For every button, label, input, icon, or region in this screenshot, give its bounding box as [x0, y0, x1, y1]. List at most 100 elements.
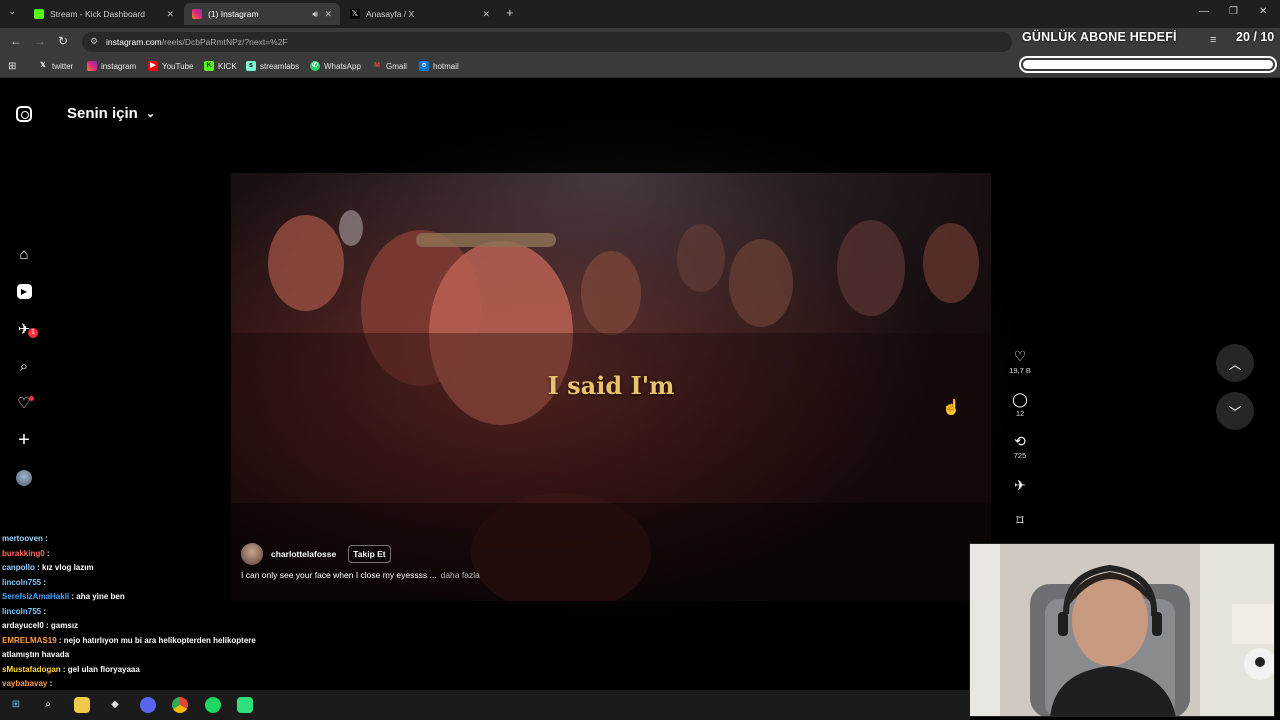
chat-text: aha yine ben: [76, 592, 125, 601]
bookmark-gmail[interactable]: M Gmail: [372, 61, 407, 71]
forward-button[interactable]: →: [34, 34, 46, 48]
site-info-icon[interactable]: ⚙: [90, 36, 98, 47]
repost-action[interactable]: ⟲ 725: [1008, 433, 1032, 460]
chat-username: SerefsizAmaHakli: [2, 592, 70, 601]
stream-chat: mertooven : burakking0 : canpollo : kız …: [2, 532, 302, 706]
bookmark-hotmail[interactable]: o hotmail: [419, 61, 459, 71]
chat-separator: :: [41, 577, 47, 587]
chevron-down-icon: ﹀: [1228, 404, 1242, 420]
tab-search-icon[interactable]: ⌄: [8, 6, 16, 17]
more-link[interactable]: daha fazla: [441, 570, 480, 580]
close-tab-icon[interactable]: ✕: [166, 9, 174, 20]
bookmark-whatsapp[interactable]: ✆ WhatsApp: [310, 61, 361, 71]
search-icon[interactable]: ⌕: [14, 356, 34, 376]
chevron-up-icon: ︿: [1228, 356, 1242, 372]
bookmark-twitter[interactable]: 𝕏twitter: [38, 61, 73, 71]
bookmark-icon[interactable]: ⌑: [1008, 512, 1032, 528]
previous-reel-button[interactable]: ︿: [1216, 344, 1254, 382]
close-tab-icon[interactable]: ✕: [324, 9, 332, 20]
share-action[interactable]: ✈: [1008, 477, 1032, 493]
chat-message: ardayucel0 : gamsız: [2, 619, 302, 634]
bookmark-kick[interactable]: K KICK: [204, 61, 237, 71]
goal-title: GÜNLÜK ABONE HEDEFİ: [1022, 30, 1177, 44]
close-window-button[interactable]: ✕: [1259, 6, 1267, 17]
create-plus-icon[interactable]: +: [14, 429, 34, 451]
comment-icon[interactable]: ◯: [1008, 391, 1032, 407]
webcam-feed: [969, 543, 1275, 717]
search-icon[interactable]: ⌕: [40, 697, 56, 713]
chat-separator: :: [56, 635, 64, 645]
chat-message: mertooven :: [2, 532, 302, 547]
profile-avatar[interactable]: [16, 470, 32, 486]
tab-kick-dashboard[interactable]: Stream - Kick Dashboard ✕: [26, 3, 182, 25]
chrome-icon[interactable]: [172, 697, 188, 713]
comment-count: 12: [1015, 409, 1025, 418]
bookmark-label: streamlabs: [260, 61, 300, 71]
chat-separator: :: [34, 563, 42, 572]
spotify-icon[interactable]: [205, 697, 221, 713]
speaker-icon[interactable]: 🔊︎: [312, 9, 318, 20]
chat-username: lincoln755: [2, 606, 42, 616]
media-controls-icon[interactable]: ≡: [1210, 34, 1216, 46]
streamlabs-icon[interactable]: [237, 697, 253, 713]
comment-action[interactable]: ◯ 12: [1008, 391, 1032, 418]
back-button[interactable]: ←: [10, 34, 22, 48]
bookmark-label: Gmail: [386, 61, 407, 71]
browser-tab-bar: ⌄ Stream - Kick Dashboard ✕ (1) Instagra…: [0, 0, 1280, 28]
streamlabs-icon: s: [246, 61, 256, 71]
file-explorer-icon[interactable]: [74, 697, 90, 713]
chat-username: vaybabavay: [2, 679, 48, 688]
url-path: /reels/DcbPaRmtNPz/?next=%2F: [161, 37, 288, 47]
kick-icon: K: [204, 61, 214, 71]
home-icon[interactable]: ⌂: [14, 244, 34, 264]
bookmark-youtube[interactable]: ▶ YouTube: [148, 61, 193, 71]
bookmark-label: YouTube: [162, 61, 194, 71]
tab-instagram[interactable]: (1) Instagram 🔊︎ ✕: [184, 3, 340, 25]
chat-username: lincoln755: [2, 577, 42, 587]
close-tab-icon[interactable]: ✕: [482, 9, 490, 20]
follow-button[interactable]: Takip Et: [348, 545, 391, 563]
goal-count: 20 / 10: [1236, 30, 1275, 44]
youtube-icon: ▶: [148, 61, 158, 71]
x-icon: 𝕏: [40, 62, 46, 69]
chat-message: burakking0 :: [2, 547, 302, 562]
windows-start-icon[interactable]: ⊞: [8, 697, 24, 713]
chat-text: atlamıştın havada: [2, 650, 70, 659]
like-action[interactable]: ♡ 19,7 B: [1008, 348, 1032, 375]
chat-text: gamsız: [50, 621, 79, 630]
notification-dot: [29, 396, 34, 401]
app-icon[interactable]: ◆: [107, 697, 123, 713]
next-reel-button[interactable]: ﹀: [1216, 392, 1254, 430]
share-icon[interactable]: ✈: [1008, 477, 1032, 493]
bookmark-streamlabs[interactable]: s streamlabs: [246, 61, 299, 71]
chat-username: burakking0: [2, 548, 45, 558]
url-bar[interactable]: ⚙ instagram.com/reels/DcbPaRmtNPz/?next=…: [82, 32, 1012, 52]
chat-message: SerefsizAmaHakli : aha yine ben: [2, 590, 302, 605]
bookmark-label: KICK: [218, 61, 237, 71]
url-host: instagram.com: [106, 37, 162, 47]
chat-username: EMRELMAS19: [2, 635, 57, 645]
tab-x-home[interactable]: 𝕏 Anasayfa / X ✕: [342, 3, 498, 25]
reload-button[interactable]: ↻: [58, 34, 68, 48]
bookmark-instagram[interactable]: instagram: [87, 61, 136, 71]
repost-icon[interactable]: ⟲: [1008, 433, 1032, 449]
save-action[interactable]: ⌑: [1008, 512, 1032, 528]
bookmark-label: twitter: [52, 61, 74, 71]
reels-icon[interactable]: ▶: [14, 281, 34, 301]
new-tab-button[interactable]: +: [506, 5, 514, 20]
chat-message: atlamıştın havada: [2, 648, 302, 663]
chat-separator: :: [42, 534, 48, 543]
apps-grid-icon[interactable]: ⊞: [8, 61, 16, 72]
discord-icon[interactable]: [140, 697, 156, 713]
chat-separator: :: [60, 664, 68, 674]
chat-separator: :: [41, 606, 47, 616]
like-count: 19,7 B: [1009, 366, 1031, 375]
feed-selector[interactable]: Senin için ⌄: [67, 105, 155, 122]
minimize-button[interactable]: —: [1199, 6, 1209, 17]
heart-icon[interactable]: ♡: [1008, 348, 1032, 364]
streamer-camera-image: [970, 544, 1274, 716]
instagram-logo-icon[interactable]: [16, 106, 32, 122]
reel-video[interactable]: I said I'm charlottelafosse Takip Et I c…: [231, 173, 991, 601]
tab-title: (1) Instagram: [208, 9, 259, 19]
restore-button[interactable]: ❐: [1229, 6, 1238, 17]
